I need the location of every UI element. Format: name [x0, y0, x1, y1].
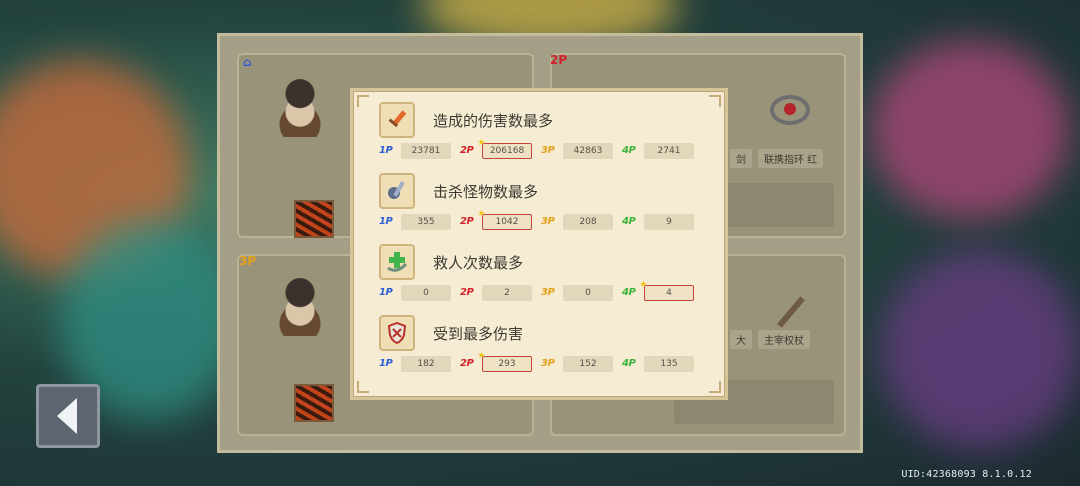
item-label: 剑 [730, 149, 752, 168]
player-tag-3p: 3P [541, 145, 555, 156]
score-value: 208 [563, 213, 613, 230]
score-value: 23781 [401, 142, 451, 159]
star-icon: ★ [477, 209, 485, 219]
corner-ornament [709, 381, 721, 393]
score-value: 0 [401, 284, 451, 301]
player-tag-1p: 1P [379, 358, 393, 369]
kill-icon [379, 173, 415, 209]
player-tag-4p: 4P [622, 216, 636, 227]
player-tag-1p: 1P [379, 287, 393, 298]
item-label: 大 [730, 330, 752, 349]
weapon-icon [294, 384, 334, 422]
back-arrow-icon [57, 398, 77, 434]
player-tag-1p: 1P [379, 216, 393, 227]
item-label: 主宰权杖 [758, 330, 810, 349]
score-value: 182 [401, 355, 451, 372]
stat-title: 造成的伤害数最多 [433, 111, 554, 130]
score-value-best: 1042 [482, 213, 532, 230]
player-tag-4p: 4P [622, 358, 636, 369]
score-value-best: 293 [482, 355, 532, 372]
shield-icon [379, 315, 415, 351]
player-tag-3p: 3P [239, 254, 257, 268]
stat-monsters-killed: 击杀怪物数最多 1P 355 2P ★ 1042 3P 208 4P 9 [379, 172, 719, 230]
score-value: 0 [563, 284, 613, 301]
gem-icon [784, 103, 796, 115]
stat-title: 受到最多伤害 [433, 324, 524, 343]
player-tag-3p: 3P [541, 287, 555, 298]
stat-damage-dealt: 造成的伤害数最多 1P 23781 2P ★ 206168 3P 42863 4P 274… [379, 101, 719, 159]
weapon-icon [294, 200, 334, 238]
score-value: 2741 [644, 142, 694, 159]
ring-icon [770, 95, 810, 125]
star-icon: ★ [639, 280, 647, 290]
player-tag-2p: 2P ★ [460, 351, 485, 369]
score-value: 152 [563, 355, 613, 372]
player-tag-4p: 4P ★ [622, 280, 647, 298]
score-value: 355 [401, 213, 451, 230]
score-value: 42863 [563, 142, 613, 159]
player-tag-2p: 2P [550, 53, 568, 67]
rescue-icon [379, 244, 415, 280]
player-tag-4p: 4P [622, 145, 636, 156]
stat-damage-taken: 受到最多伤害 1P 182 2P ★ 293 3P 152 4P 135 [379, 314, 719, 372]
corner-ornament [357, 95, 369, 107]
player-tag-3p: 3P [541, 358, 555, 369]
score-value-best: 4 [644, 284, 694, 301]
score-value: 2 [482, 284, 532, 301]
hero-portrait [269, 75, 331, 137]
player-tag-2p: 2P [460, 287, 474, 298]
stats-popup[interactable]: 造成的伤害数最多 1P 23781 2P ★ 206168 3P 42863 4P 274… [350, 88, 728, 400]
uid-version-text: UID:42368093 8.1.0.12 [901, 469, 1032, 480]
stat-title: 击杀怪物数最多 [433, 182, 539, 201]
score-value-best: 206168 [482, 142, 532, 159]
background-blob [880, 250, 1080, 450]
sword-icon [379, 102, 415, 138]
item-label: 联携指环 红 [758, 149, 824, 168]
back-button[interactable] [36, 384, 100, 448]
stat-title: 救人次数最多 [433, 253, 524, 272]
scepter-icon [777, 296, 805, 328]
score-value: 9 [644, 213, 694, 230]
star-icon: ★ [477, 351, 485, 361]
corner-ornament [357, 381, 369, 393]
star-icon: ★ [477, 138, 485, 148]
player-tag-2p: 2P ★ [460, 138, 485, 156]
stat-rescues: 救人次数最多 1P 0 2P 2 3P 0 4P ★ 4 [379, 243, 719, 301]
background-blob [870, 40, 1070, 220]
player-tag-1p: 1P [379, 145, 393, 156]
score-value: 135 [644, 355, 694, 372]
player-tag-3p: 3P [541, 216, 555, 227]
hero-portrait [269, 274, 331, 336]
player-tag-2p: 2P ★ [460, 209, 485, 227]
player-tag-1p: ⌂ [243, 55, 252, 69]
